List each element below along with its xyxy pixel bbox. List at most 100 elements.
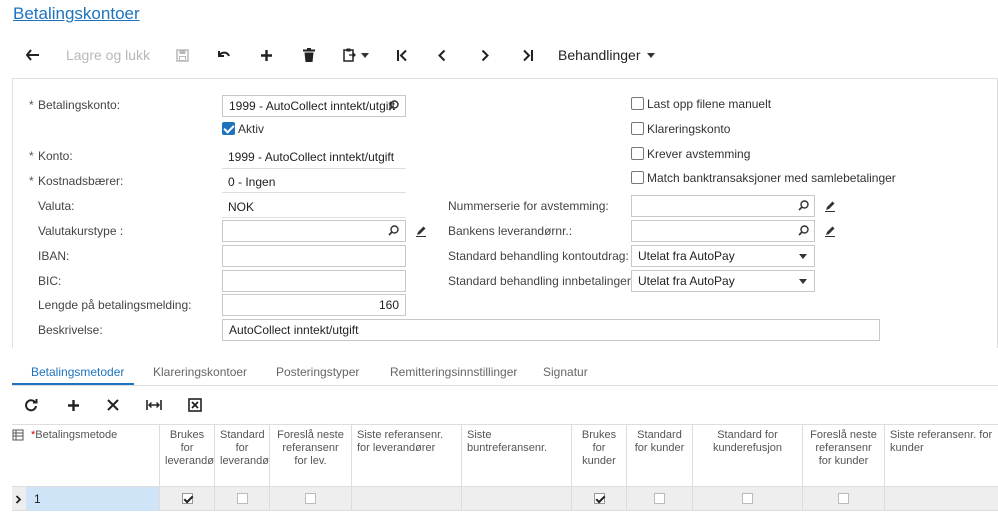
search-icon[interactable] <box>798 225 809 236</box>
std-incoming-label: Standard behandling innbetalinger: <box>448 274 635 288</box>
search-icon[interactable] <box>388 225 399 236</box>
actions-menu-button[interactable]: Behandlinger <box>558 40 658 70</box>
chevron-right-icon <box>15 495 22 504</box>
export-excel-button[interactable] <box>184 394 206 416</box>
bank-supplier-field[interactable] <box>631 220 815 242</box>
tab-betalingsmetoder[interactable]: Betalingsmetoder <box>31 365 124 379</box>
clearing-account-checkbox[interactable] <box>631 122 644 135</box>
delete-row-button[interactable] <box>102 394 124 416</box>
back-button[interactable] <box>20 40 46 70</box>
cell-siste-ref-leverandorer[interactable] <box>352 487 462 511</box>
fit-width-icon <box>146 400 162 410</box>
rate-type-field[interactable] <box>222 220 406 242</box>
edit-icon[interactable] <box>824 225 836 237</box>
edit-icon[interactable] <box>415 225 427 237</box>
currency-value: NOK <box>228 200 255 214</box>
edit-icon[interactable] <box>824 200 836 212</box>
cell-betalingsmetode[interactable]: 1 <box>26 487 160 511</box>
col-foresla-neste-lev[interactable]: Foreslå neste referansenr for lev. <box>270 424 352 487</box>
cost-underline <box>222 192 406 193</box>
tab-signatur[interactable]: Signatur <box>543 365 588 379</box>
previous-button[interactable] <box>430 40 454 70</box>
tab-bar: Betalingsmetoder Klareringskontoer Poste… <box>12 361 998 386</box>
first-record-button[interactable] <box>390 40 414 70</box>
requires-reconciliation-label: Krever avstemming <box>647 147 751 161</box>
search-icon[interactable] <box>798 200 809 211</box>
std-incoming-select[interactable]: Utelat fra AutoPay <box>631 270 815 292</box>
previous-icon <box>438 49 446 61</box>
payment-account-field[interactable]: 1999 - AutoCollect inntekt/utgift <box>222 95 406 117</box>
requires-reconciliation-checkbox[interactable] <box>631 147 644 160</box>
col-brukes-for-kunder[interactable]: Brukes for kunder <box>572 424 627 487</box>
payment-account-label: * Betalingskonto: <box>29 98 121 112</box>
cell-foresla-neste-kunder[interactable] <box>803 487 885 511</box>
cell-standard-for-leverandorer[interactable] <box>215 487 270 511</box>
number-series-field[interactable] <box>631 195 815 217</box>
col-standard-kunderefusjon[interactable]: Standard for kunderefusjon <box>693 424 803 487</box>
last-record-button[interactable] <box>516 40 540 70</box>
clipboard-menu-button[interactable] <box>338 40 374 70</box>
grid-settings-header[interactable] <box>12 424 26 487</box>
col-betalingsmetode-label: Betalingsmetode <box>35 429 118 441</box>
cell-brukes-for-kunder[interactable] <box>572 487 627 511</box>
description-field[interactable]: AutoCollect inntekt/utgift <box>222 319 880 341</box>
next-icon <box>481 49 489 61</box>
active-label: Aktiv <box>238 122 265 136</box>
tab-remitteringsinnstillinger[interactable]: Remitteringsinnstillinger <box>390 365 517 379</box>
tab-posteringstyper[interactable]: Posteringstyper <box>276 365 359 379</box>
tab-klareringskontoer[interactable]: Klareringskontoer <box>153 365 247 379</box>
cell-standard-for-kunder[interactable] <box>627 487 693 511</box>
close-icon <box>107 399 119 411</box>
refresh-button[interactable] <box>20 394 42 416</box>
cell-siste-buntref[interactable] <box>462 487 572 511</box>
col-betalingsmetode[interactable]: *Betalingsmetode <box>26 424 160 487</box>
use-supplier-checkbox[interactable] <box>182 493 193 504</box>
chevron-down-icon <box>646 52 655 58</box>
save-button[interactable] <box>170 40 194 70</box>
chevron-down-icon <box>799 254 807 259</box>
col-siste-ref-leverandorer[interactable]: Siste referansenr. for leverandører <box>352 424 462 487</box>
std-customer-checkbox[interactable] <box>654 493 665 504</box>
payment-methods-grid: *Betalingsmetode Brukes for leverandører… <box>12 424 998 514</box>
std-supplier-checkbox[interactable] <box>237 493 248 504</box>
col-standard-for-leverandorer[interactable]: Standard for leverandører <box>215 424 270 487</box>
cell-standard-kunderefusjon[interactable] <box>693 487 803 511</box>
match-bank-label: Match banktransaksjoner med samlebetalin… <box>647 171 896 185</box>
table-row[interactable]: 1 <box>12 487 998 511</box>
cell-foresla-neste-lev[interactable] <box>270 487 352 511</box>
col-siste-ref-kunder[interactable]: Siste referansenr. for kunder <box>885 424 998 487</box>
col-siste-buntref[interactable]: Siste buntreferansenr. <box>462 424 572 487</box>
add-row-button[interactable] <box>62 394 84 416</box>
iban-field[interactable] <box>222 245 406 267</box>
std-refund-checkbox[interactable] <box>742 493 753 504</box>
search-icon[interactable] <box>388 100 399 111</box>
refresh-icon <box>25 399 38 412</box>
cost-label: * Kostnadsbærer: <box>29 174 124 188</box>
col-foresla-neste-kunder[interactable]: Foreslå neste referansenr for kunder <box>803 424 885 487</box>
delete-button[interactable] <box>297 40 321 70</box>
cell-brukes-for-leverandorer[interactable] <box>160 487 215 511</box>
upload-manual-checkbox[interactable] <box>631 97 644 110</box>
std-statement-select[interactable]: Utelat fra AutoPay <box>631 245 815 267</box>
save-close-button[interactable]: Lagre og lukk <box>62 40 154 70</box>
bic-field[interactable] <box>222 270 406 292</box>
col-standard-for-kunder[interactable]: Standard for kunder <box>627 424 693 487</box>
col-brukes-for-leverandorer[interactable]: Brukes for leverandører <box>160 424 215 487</box>
page-title[interactable]: Betalingskontoer <box>13 4 140 24</box>
suggest-next-supplier-checkbox[interactable] <box>305 493 316 504</box>
undo-button[interactable] <box>212 40 236 70</box>
clipboard-icon <box>343 48 356 62</box>
last-record-icon <box>523 49 533 61</box>
active-checkbox[interactable] <box>222 122 235 135</box>
msg-length-field[interactable]: 160 <box>222 294 406 316</box>
add-button[interactable] <box>254 40 278 70</box>
match-bank-checkbox[interactable] <box>631 171 644 184</box>
save-icon <box>175 48 189 62</box>
use-customer-checkbox[interactable] <box>594 493 605 504</box>
fit-columns-button[interactable] <box>143 394 165 416</box>
cell-siste-ref-kunder[interactable] <box>885 487 998 511</box>
clearing-account-label: Klareringskonto <box>647 122 731 136</box>
suggest-next-customer-checkbox[interactable] <box>838 493 849 504</box>
row-selector[interactable] <box>12 487 26 511</box>
next-button[interactable] <box>473 40 497 70</box>
